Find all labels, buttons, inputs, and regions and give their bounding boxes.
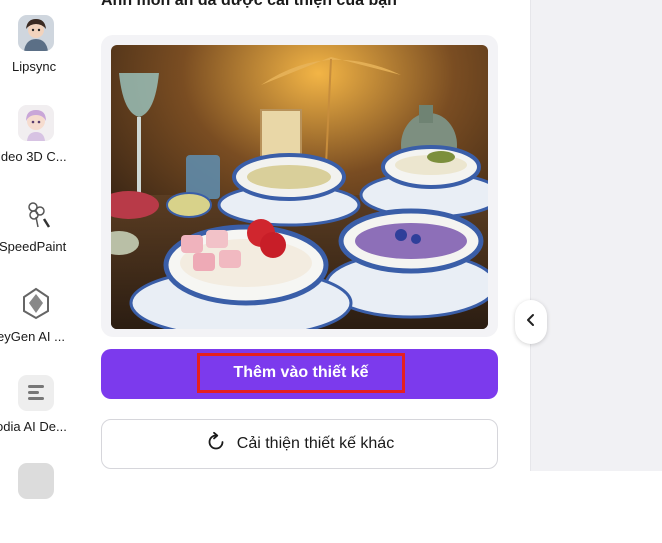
app-icon [18,463,54,499]
sidebar-item-video-3d[interactable]: ideo 3D C... [0,105,88,185]
sidebar-item-more[interactable] [0,463,88,543]
panel-heading: Ảnh món ăn đã được cải thiện của bạn [101,0,397,9]
heygen-logo-icon [18,285,54,321]
enhanced-food-image[interactable] [111,45,488,329]
sidebar-item-label: Lipsync [12,59,57,74]
sidebar-item-podia[interactable]: odia AI De... [0,375,88,455]
enhance-another-button[interactable]: Cải thiện thiết kế khác [101,419,498,469]
flower-sketch-icon [18,195,54,231]
canvas-area [530,0,662,471]
add-to-design-button[interactable]: Thêm vào thiết kế [101,349,498,399]
sidebar-item-label: eyGen AI ... [0,329,65,344]
sidebar-item-speedpaint[interactable]: SpeedPaint [0,195,88,275]
collapse-panel-button[interactable] [515,300,547,344]
enhance-result-panel: Ảnh món ăn đã được cải thiện của bạn Thê… [88,0,530,471]
result-image-card [101,35,498,337]
3d-avatar-icon [18,105,54,141]
avatar-girl-icon [18,15,54,51]
add-to-design-label: Thêm vào thiết kế [197,353,405,393]
enhance-another-label: Cải thiện thiết kế khác [236,435,395,452]
sidebar-item-label: ideo 3D C... [0,149,67,164]
app-sidebar: Lipsync ideo 3D C... SpeedPaint eyGen AI… [0,0,88,499]
stack-lines-icon [18,375,54,411]
sidebar-item-lipsync[interactable]: Lipsync [0,15,88,95]
sidebar-item-label: SpeedPaint [0,239,67,254]
sidebar-item-heygen[interactable]: eyGen AI ... [0,285,88,365]
sidebar-item-label: odia AI De... [0,419,67,434]
chevron-left-icon [525,313,537,332]
refresh-icon [205,431,227,458]
